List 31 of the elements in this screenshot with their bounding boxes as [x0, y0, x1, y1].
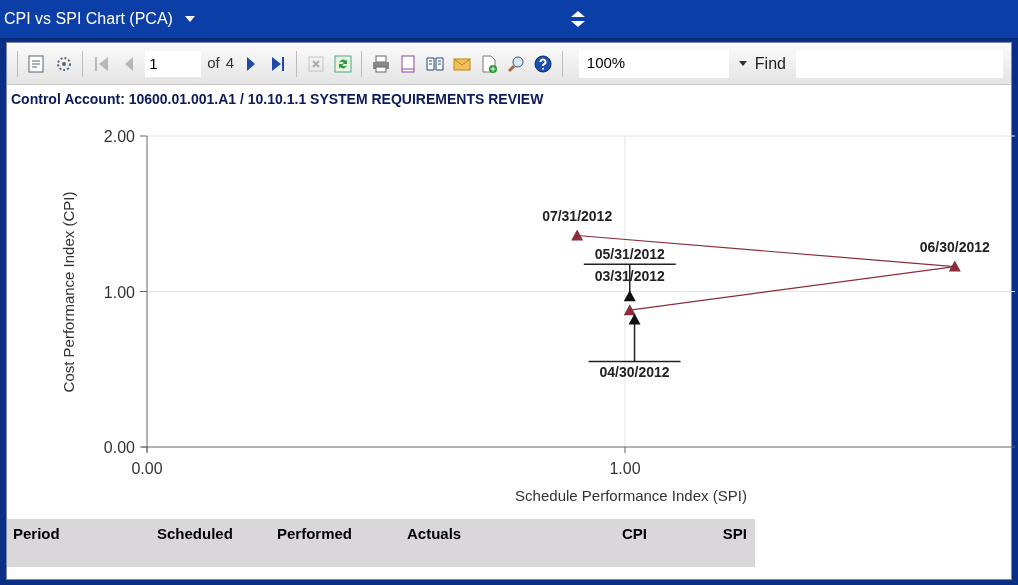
caret-icon: [738, 61, 747, 66]
y-axis-title: Cost Performance Index (CPI): [60, 191, 77, 393]
dropdown-icon[interactable]: [184, 16, 195, 22]
window-title: CPI vs SPI Chart (PCA): [4, 9, 173, 29]
column-header: CPI: [621, 524, 647, 544]
page-number-field[interactable]: 1: [145, 50, 202, 77]
x-tick-label: 1.00: [609, 460, 641, 477]
data-label: 04/30/2012: [599, 364, 670, 381]
refresh-icon[interactable]: [332, 52, 354, 75]
column-header: Scheduled: [157, 524, 234, 544]
x-tick-label: 0.00: [131, 460, 163, 477]
y-tick-label: 0.00: [103, 439, 135, 456]
data-label: 07/31/2012: [542, 207, 613, 224]
data-label: 06/30/2012: [919, 238, 990, 255]
column-header: Actuals: [407, 524, 463, 544]
data-label: 05/31/2012: [594, 246, 665, 263]
find-field[interactable]: [795, 49, 1003, 78]
help-icon[interactable]: [532, 52, 554, 75]
zoom-dropdown[interactable]: 100%: [578, 49, 729, 78]
column-header: Performed: [277, 524, 354, 544]
y-tick-label: 1.00: [103, 283, 135, 301]
printer-icon[interactable]: [370, 52, 392, 75]
column-header: Period: [12, 524, 61, 544]
sort-icon[interactable]: [570, 11, 585, 27]
column-header: SPI: [721, 524, 747, 544]
report-heading: Control Account: 10600.01.001.A1 / 10.10.1.1 SYSTEM REQUIREMENTS REVIEW: [10, 90, 545, 107]
find-button[interactable]: Find: [734, 49, 790, 78]
y-tick-label: 2.00: [103, 128, 135, 145]
page-count: 4: [225, 53, 235, 74]
x-axis-title: Schedule Performance Index (SPI): [515, 487, 747, 504]
page-of-label: of: [207, 53, 220, 74]
